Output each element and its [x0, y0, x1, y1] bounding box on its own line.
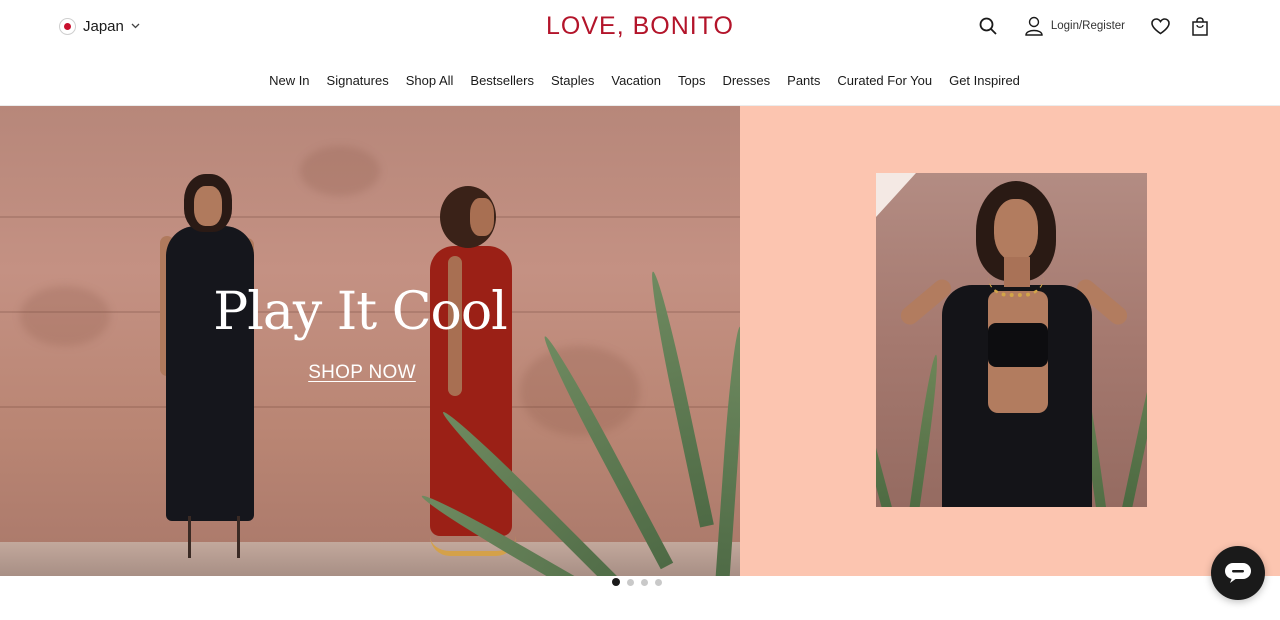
wall-stain: [300, 146, 380, 196]
model-face: [994, 199, 1038, 261]
hero-image[interactable]: Play It Cool SHOP NOW: [0, 106, 740, 576]
user-icon: [1025, 16, 1043, 36]
wall-stain: [20, 286, 110, 346]
login-register-link[interactable]: Login/Register: [1025, 16, 1125, 36]
hero-right-panel[interactable]: [740, 106, 1280, 576]
model-face: [470, 198, 494, 236]
search-icon[interactable]: [979, 17, 997, 35]
brand-logo[interactable]: LOVE, BONITO: [520, 9, 760, 43]
nav-item-shop-all[interactable]: Shop All: [406, 70, 454, 92]
shopping-bag-icon[interactable]: [1192, 16, 1208, 36]
nav-item-pants[interactable]: Pants: [787, 70, 820, 92]
wall-seam: [0, 216, 740, 218]
nav-item-staples[interactable]: Staples: [551, 70, 594, 92]
country-selector[interactable]: Japan: [59, 16, 141, 36]
chevron-down-icon: [131, 21, 141, 31]
chat-icon[interactable]: [1211, 546, 1265, 600]
site-header: Japan LOVE, BONITO Login/Register New In…: [0, 0, 1280, 106]
carousel-dot[interactable]: [612, 578, 620, 586]
carousel-dot[interactable]: [641, 578, 648, 586]
japan-flag-icon: [59, 17, 76, 35]
heart-icon[interactable]: [1151, 17, 1170, 35]
agave-leaf: [906, 354, 942, 507]
nav-item-get-inspired[interactable]: Get Inspired: [949, 70, 1020, 92]
shop-now-link[interactable]: SHOP NOW: [300, 362, 424, 384]
agave-leaf: [715, 326, 740, 576]
model-face: [194, 186, 222, 226]
hero-title: Play It Cool: [213, 282, 508, 342]
agave-leaf: [1121, 335, 1147, 507]
carousel-dots: [612, 578, 662, 586]
nav-item-tops[interactable]: Tops: [678, 70, 705, 92]
ground: [0, 542, 740, 576]
nav-item-new-in[interactable]: New In: [269, 70, 309, 92]
nav-item-dresses[interactable]: Dresses: [722, 70, 770, 92]
carousel-dot[interactable]: [627, 578, 634, 586]
model-black-dress: [166, 226, 254, 521]
agave-leaf: [646, 270, 714, 528]
utility-nav: Login/Register: [979, 14, 1208, 38]
main-nav: New In Signatures Shop All Bestsellers S…: [0, 70, 1280, 92]
hero-banner[interactable]: Play It Cool SHOP NOW: [0, 106, 1280, 576]
model-legs: [188, 516, 240, 558]
nav-item-curated-for-you[interactable]: Curated For You: [837, 70, 932, 92]
feature-image[interactable]: [876, 173, 1147, 507]
carousel-dot[interactable]: [655, 578, 662, 586]
nav-item-signatures[interactable]: Signatures: [327, 70, 389, 92]
nav-item-vacation[interactable]: Vacation: [611, 70, 661, 92]
country-label: Japan: [83, 17, 124, 35]
wall-light: [876, 173, 916, 217]
login-register-label: Login/Register: [1050, 20, 1125, 32]
agave-leaf: [876, 347, 896, 507]
model-bralette: [988, 323, 1048, 367]
nav-item-bestsellers[interactable]: Bestsellers: [470, 70, 534, 92]
model-black-skirt: [970, 417, 1070, 507]
